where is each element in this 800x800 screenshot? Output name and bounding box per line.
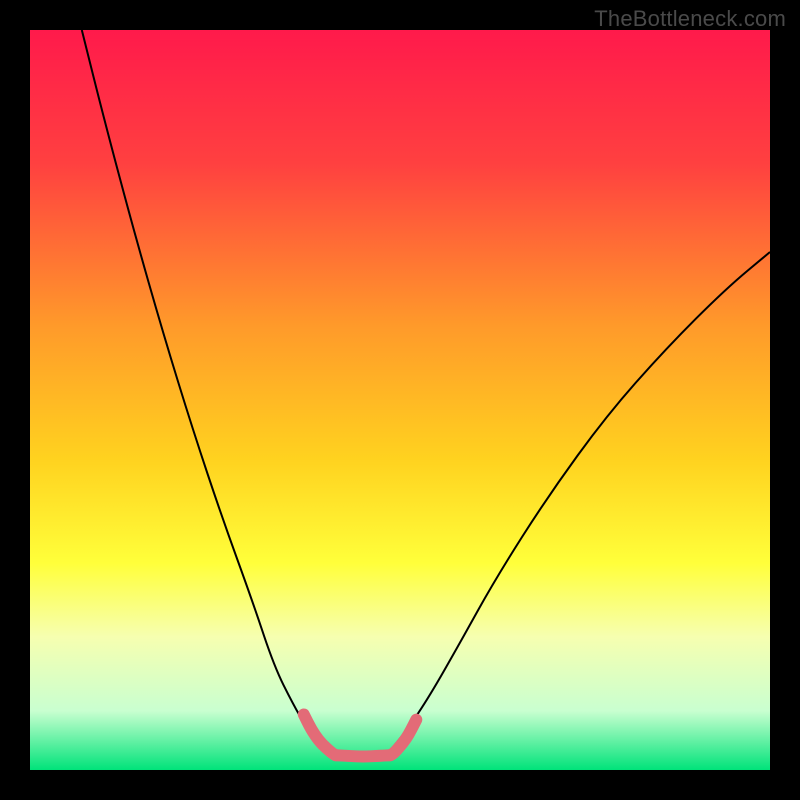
watermark-text: TheBottleneck.com xyxy=(594,6,786,32)
chart-frame: TheBottleneck.com xyxy=(0,0,800,800)
series-highlight-bottom xyxy=(336,755,391,756)
plot-background xyxy=(30,30,770,770)
chart-svg xyxy=(0,0,800,800)
